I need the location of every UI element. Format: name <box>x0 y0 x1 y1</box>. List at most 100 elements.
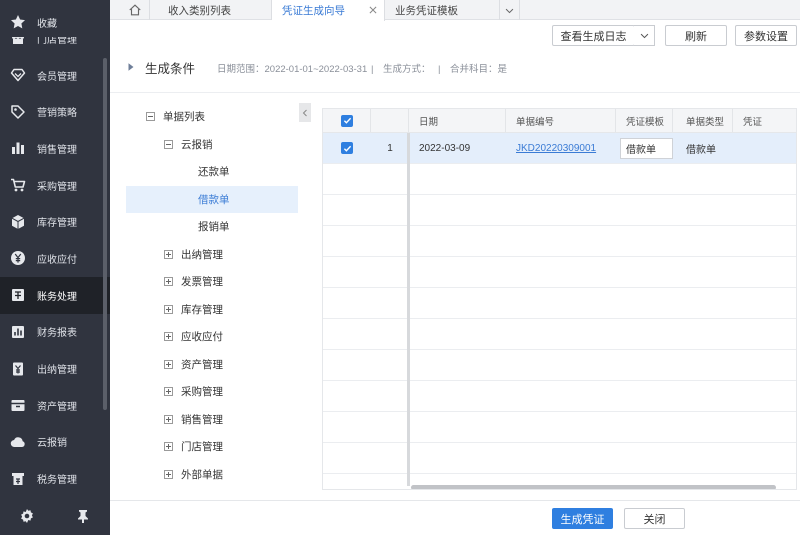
cell-voucher <box>733 133 796 163</box>
expand-icon[interactable] <box>164 277 173 286</box>
expand-icon[interactable] <box>164 249 173 259</box>
sidebar-item-label: 收藏 <box>37 18 57 30</box>
column-header[interactable]: 日期 <box>409 109 506 132</box>
table-row-empty <box>323 443 796 474</box>
sidebar-item-tax[interactable]: 税务管理 <box>0 460 110 497</box>
tree-node-leaf[interactable]: 借款单 <box>126 185 298 213</box>
settings-button[interactable]: 参数设置 <box>735 25 797 46</box>
expand-icon[interactable] <box>164 469 173 479</box>
generate-voucher-button[interactable]: 生成凭证 <box>552 508 613 529</box>
merge-accounts: 合并科目：是 <box>450 64 508 75</box>
caret-right-icon[interactable] <box>126 62 136 72</box>
sidebar-item-favorites[interactable]: 收藏 <box>0 0 110 37</box>
home-icon <box>128 3 142 17</box>
close-button[interactable]: 关闭 <box>624 508 685 529</box>
table-row-empty <box>323 226 796 257</box>
tab-more-button[interactable] <box>500 0 520 20</box>
tree-node-leaf[interactable]: 报销单 <box>126 213 298 241</box>
diamond-icon <box>10 67 26 83</box>
cashier-icon <box>10 361 26 377</box>
sidebar-item-marketing[interactable]: 营销策略 <box>0 93 110 130</box>
date-range: 日期范围：2022-01-01~2022-03-31 <box>217 64 368 75</box>
row-checkbox[interactable] <box>341 142 353 154</box>
sidebar-item-inventory[interactable]: 库存管理 <box>0 203 110 240</box>
tree-node-group[interactable]: 库存管理 <box>126 296 298 324</box>
sidebar-item-sales[interactable]: 销售管理 <box>0 130 110 167</box>
tree-node-label: 报销单 <box>198 221 230 234</box>
tree-node-group[interactable]: 资产管理 <box>126 351 298 379</box>
frozen-column-divider <box>407 133 410 486</box>
expand-icon[interactable] <box>164 304 173 314</box>
tree-node-group[interactable]: 外部单据 <box>126 461 298 489</box>
gear-icon[interactable] <box>19 508 35 524</box>
chevron-down-icon <box>504 5 515 16</box>
select-all-checkbox[interactable] <box>341 114 353 127</box>
table-row-empty <box>323 288 796 319</box>
sidebar-item-label: 应收应付 <box>37 254 77 266</box>
pin-icon[interactable] <box>75 508 91 524</box>
table-row[interactable]: 1 2022-03-09 JKD20220309001 借款单 借款单 <box>323 133 796 164</box>
template-input[interactable]: 借款单 <box>620 138 673 159</box>
separator: | <box>438 64 441 75</box>
chevron-down-icon <box>639 30 650 41</box>
tree-node-group[interactable]: 出纳管理 <box>126 241 298 269</box>
sidebar-item-purchase[interactable]: 采购管理 <box>0 167 110 204</box>
home-tab[interactable] <box>120 0 150 20</box>
sidebar-item-cloud-expense[interactable]: 云报销 <box>0 424 110 461</box>
expand-icon[interactable] <box>164 442 173 451</box>
sidebar-item-label: 营销策略 <box>37 108 77 120</box>
tag-icon <box>10 104 26 120</box>
refresh-button[interactable]: 刷新 <box>665 25 727 46</box>
expand-icon[interactable] <box>164 414 173 424</box>
sidebar-item-assets[interactable]: 资产管理 <box>0 387 110 424</box>
column-header[interactable]: 凭证 <box>733 109 796 132</box>
doc-no-link[interactable]: JKD20220309001 <box>516 143 596 154</box>
view-log-button[interactable]: 查看生成日志 <box>552 25 635 46</box>
divider <box>110 92 800 93</box>
tree-node-group[interactable]: 采购管理 <box>126 378 298 406</box>
tree-collapse-handle[interactable] <box>299 103 311 122</box>
tree-node-group[interactable]: 云报销 <box>126 131 298 159</box>
report-icon <box>10 324 26 340</box>
horizontal-scrollbar[interactable] <box>411 485 776 489</box>
sidebar-item-cashier[interactable]: 出纳管理 <box>0 350 110 387</box>
sidebar-item-label: 账务处理 <box>37 291 77 303</box>
divider <box>110 500 800 501</box>
expand-icon[interactable] <box>164 359 173 369</box>
table-header: 日期 单据编号 凭证模板 单据类型 凭证 <box>323 109 796 133</box>
expand-icon[interactable] <box>164 332 173 341</box>
tree-node-group[interactable]: 应收应付 <box>126 323 298 351</box>
tree-node-root[interactable]: 单据列表 <box>126 103 298 131</box>
collapse-icon[interactable] <box>164 139 173 149</box>
column-header[interactable]: 单据类型 <box>673 109 733 132</box>
separator: | <box>371 64 374 75</box>
sidebar-item-members[interactable]: 会员管理 <box>0 57 110 94</box>
sidebar-item-receivables[interactable]: 应收应付 <box>0 240 110 277</box>
collapse-icon[interactable] <box>146 112 155 121</box>
tree-node-group[interactable]: 门店管理 <box>126 433 298 461</box>
tree-node-label: 外部单据 <box>181 468 223 481</box>
table-row-empty <box>323 381 796 412</box>
coin-icon <box>10 250 26 266</box>
sidebar-item-reports[interactable]: 财务报表 <box>0 314 110 351</box>
sidebar-item-label: 税务管理 <box>37 475 77 487</box>
column-header[interactable]: 凭证模板 <box>616 109 673 132</box>
sidebar-item-label: 采购管理 <box>37 181 77 193</box>
expand-icon[interactable] <box>164 387 173 396</box>
generate-voucher-label: 生成凭证 <box>560 513 605 526</box>
tab-income-category-list[interactable]: 收入类别列表 <box>158 0 272 20</box>
tree-node-leaf[interactable]: 还款单 <box>126 158 298 186</box>
tab-label: 业务凭证模板 <box>395 4 458 17</box>
tree-node-group[interactable]: 销售管理 <box>126 406 298 434</box>
tab-voucher-template[interactable]: 业务凭证模板 <box>385 0 500 20</box>
cell-template: 借款单 <box>616 133 673 163</box>
tab-voucher-wizard[interactable]: 凭证生成向导 <box>272 0 385 21</box>
tree-node-group[interactable]: 发票管理 <box>126 268 298 296</box>
view-log-dropdown[interactable] <box>634 25 655 46</box>
sidebar-item-accounting[interactable]: 账务处理 <box>0 276 110 314</box>
asset-icon <box>10 397 26 413</box>
cell-doc-no: JKD20220309001 <box>506 133 616 163</box>
close-icon[interactable] <box>368 5 378 15</box>
column-header[interactable]: 单据编号 <box>506 109 616 132</box>
sidebar-scrollbar[interactable] <box>103 58 107 410</box>
